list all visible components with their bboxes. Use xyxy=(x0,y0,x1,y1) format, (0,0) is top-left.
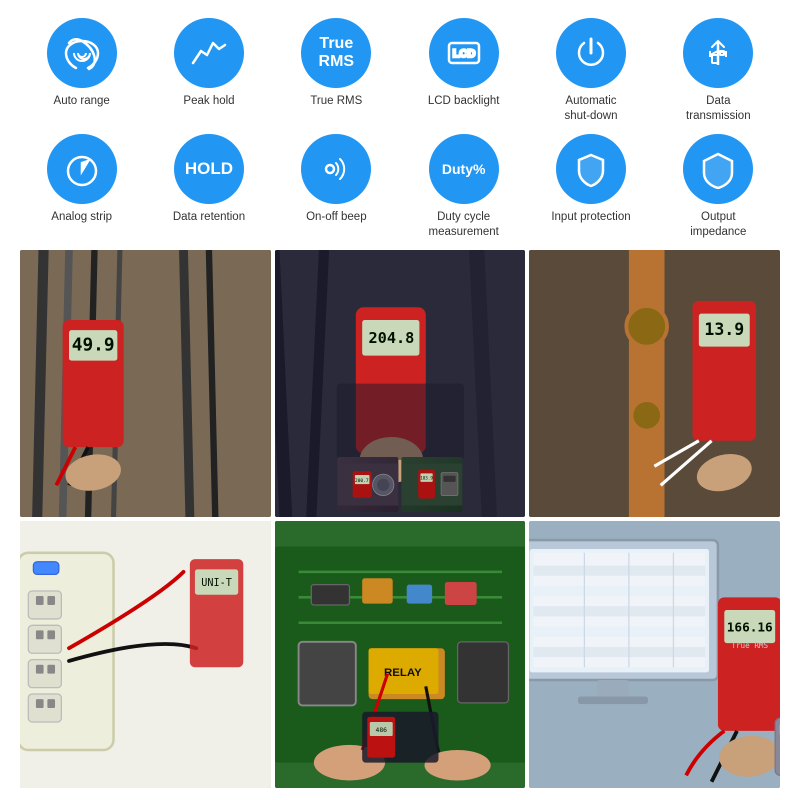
power-icon xyxy=(556,18,626,88)
svg-text:103.9: 103.9 xyxy=(420,475,433,480)
output-label: Output impedance xyxy=(690,210,746,240)
duty-icon: Duty% xyxy=(429,134,499,204)
page-wrapper: Auto range Peak hold TrueRMS True RMS xyxy=(0,0,800,800)
photo-dark-meter: 204.8 200.7 xyxy=(275,250,526,517)
svg-text:RELAY: RELAY xyxy=(384,667,422,679)
photo-copper-pipes: 13.9 xyxy=(529,250,780,517)
svg-text:49.9: 49.9 xyxy=(72,334,115,355)
svg-text:True RMS: True RMS xyxy=(732,641,769,650)
feature-power: Automatic shut-down xyxy=(529,18,652,124)
svg-text:166.16: 166.16 xyxy=(727,620,773,635)
feature-analog: Analog strip xyxy=(20,134,143,240)
hold-icon: HOLD xyxy=(174,134,244,204)
true-rms-icon: TrueRMS xyxy=(301,18,371,88)
photo-electrical-panel: 49.9 xyxy=(20,250,271,517)
feature-lcd: LCD LCD backlight xyxy=(402,18,525,124)
features-section: Auto range Peak hold TrueRMS True RMS xyxy=(0,0,800,250)
feature-auto-range: Auto range xyxy=(20,18,143,124)
feature-usb: Data transmission xyxy=(657,18,780,124)
feature-true-rms: TrueRMS True RMS xyxy=(275,18,398,124)
svg-text:UNI-T: UNI-T xyxy=(201,578,232,589)
feature-output: Output impedance xyxy=(657,134,780,240)
features-grid: Auto range Peak hold TrueRMS True RMS xyxy=(20,18,780,240)
output-icon xyxy=(683,134,753,204)
auto-range-icon xyxy=(47,18,117,88)
hold-label: Data retention xyxy=(173,210,245,225)
power-label: Automatic shut-down xyxy=(564,94,617,124)
beep-icon xyxy=(301,134,371,204)
auto-range-label: Auto range xyxy=(54,94,110,109)
feature-duty: Duty% Duty cycle measurement xyxy=(402,134,525,240)
analog-label: Analog strip xyxy=(51,210,112,225)
true-rms-label: True RMS xyxy=(310,94,362,109)
duty-label: Duty cycle measurement xyxy=(429,210,499,240)
photos-section: 49.9 20 xyxy=(0,250,800,800)
lcd-icon: LCD xyxy=(429,18,499,88)
lcd-label: LCD backlight xyxy=(428,94,500,109)
beep-label: On-off beep xyxy=(306,210,367,225)
analog-icon xyxy=(47,134,117,204)
svg-text:200.7: 200.7 xyxy=(355,478,369,484)
input-protection-label: Input protection xyxy=(551,210,630,225)
photo-power-strip: UNI-T xyxy=(20,521,271,788)
svg-text:204.8: 204.8 xyxy=(368,329,414,347)
svg-text:486: 486 xyxy=(375,727,387,734)
feature-beep: On-off beep xyxy=(275,134,398,240)
feature-hold: HOLD Data retention xyxy=(147,134,270,240)
usb-icon xyxy=(683,18,753,88)
usb-label: Data transmission xyxy=(686,94,751,124)
peak-hold-label: Peak hold xyxy=(183,94,234,109)
peak-hold-icon xyxy=(174,18,244,88)
photo-computer-desk: 166.16 True RMS xyxy=(529,521,780,788)
feature-input-protection: Input protection xyxy=(529,134,652,240)
photo-circuit-board: RELAY 486 xyxy=(275,521,526,788)
input-protection-icon xyxy=(556,134,626,204)
feature-peak-hold: Peak hold xyxy=(147,18,270,124)
svg-text:13.9: 13.9 xyxy=(705,320,745,339)
svg-text:LCD: LCD xyxy=(452,48,475,60)
